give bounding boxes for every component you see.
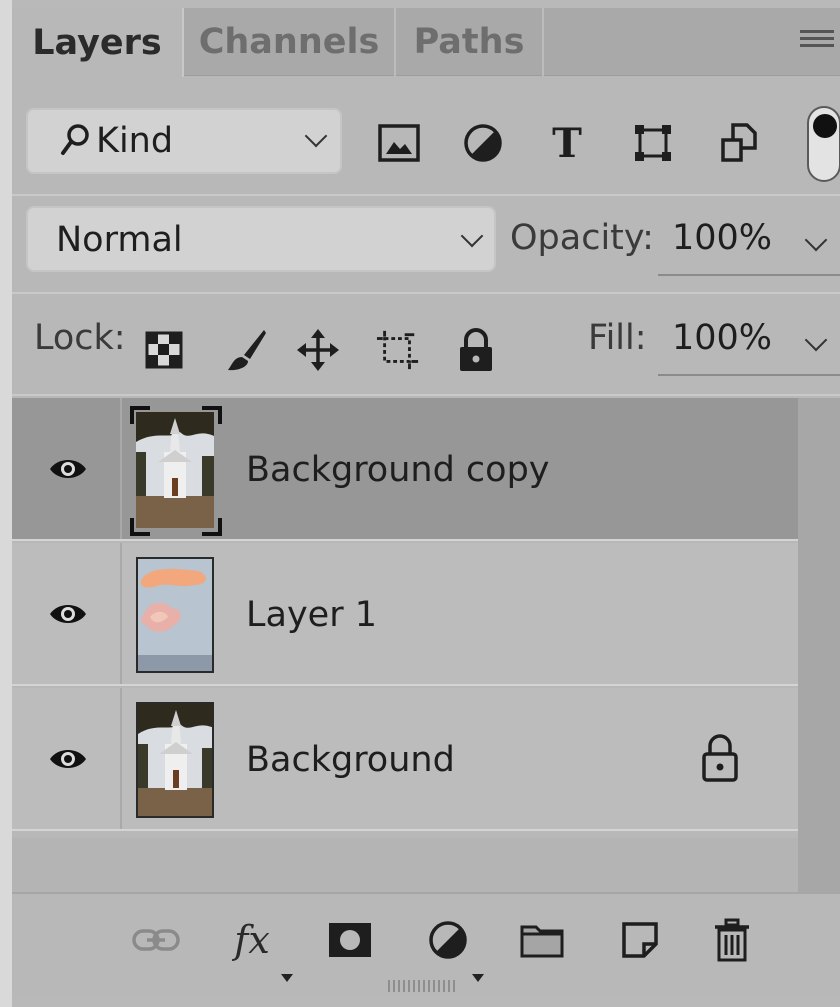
new-layer-icon[interactable] bbox=[614, 914, 666, 966]
panel-tab-bar: Layers Channels Paths bbox=[12, 8, 840, 77]
lock-position-icon[interactable] bbox=[296, 326, 340, 374]
type-filter-glyph: T bbox=[552, 119, 582, 167]
layer-name[interactable]: Background bbox=[246, 740, 455, 780]
panel-resize-grip[interactable] bbox=[388, 980, 458, 992]
layer-thumbnail bbox=[136, 557, 214, 673]
shape-filter-icon[interactable] bbox=[630, 120, 676, 166]
eye-icon[interactable] bbox=[48, 601, 88, 627]
row-divider bbox=[12, 394, 840, 396]
fill-label: Fill: bbox=[588, 318, 647, 358]
layers-panel: Layers Channels Paths Kind T Normal Opac… bbox=[12, 8, 840, 998]
adjustment-layer-icon[interactable] bbox=[422, 914, 474, 966]
opacity-underline bbox=[658, 274, 840, 276]
selection-corner-brackets bbox=[130, 406, 222, 536]
opacity-chevron-down-icon[interactable] bbox=[804, 228, 828, 252]
filter-kind-label: Kind bbox=[96, 121, 174, 161]
tab-channels[interactable]: Channels bbox=[184, 8, 396, 76]
lock-transparent-pixels-icon[interactable] bbox=[142, 326, 186, 374]
fill-chevron-down-icon[interactable] bbox=[804, 328, 828, 352]
visibility-cell[interactable] bbox=[12, 688, 122, 829]
fx-menu-arrow-icon bbox=[281, 974, 293, 982]
chevron-down-icon bbox=[304, 124, 328, 148]
layers-empty-area bbox=[12, 838, 798, 892]
adjustment-filter-icon[interactable] bbox=[460, 120, 506, 166]
blend-mode-dropdown[interactable]: Normal bbox=[26, 206, 496, 272]
layer-lock-icon[interactable] bbox=[700, 732, 740, 784]
smart-object-filter-icon[interactable] bbox=[716, 120, 762, 166]
tab-layers[interactable]: Layers bbox=[12, 8, 184, 77]
tab-layers-label: Layers bbox=[32, 22, 162, 63]
row-divider bbox=[12, 194, 840, 196]
hamburger-menu-icon[interactable] bbox=[800, 30, 834, 56]
row-divider bbox=[12, 292, 840, 294]
toggle-knob bbox=[813, 114, 837, 138]
fx-label: fx bbox=[234, 918, 270, 962]
tab-paths-label: Paths bbox=[413, 22, 525, 62]
lock-label: Lock: bbox=[34, 318, 126, 358]
type-filter-icon[interactable]: T bbox=[544, 119, 590, 167]
layer-mask-icon[interactable] bbox=[324, 914, 376, 966]
visibility-cell[interactable] bbox=[12, 398, 122, 539]
bottom-toolbar: fx bbox=[12, 892, 840, 988]
group-folder-icon[interactable] bbox=[516, 914, 568, 966]
tab-channels-label: Channels bbox=[198, 22, 380, 62]
lock-image-pixels-icon[interactable] bbox=[224, 326, 268, 374]
visibility-cell[interactable] bbox=[12, 543, 122, 684]
layers-scrollbar[interactable] bbox=[798, 398, 840, 892]
trash-icon[interactable] bbox=[706, 914, 758, 966]
image-filter-icon[interactable] bbox=[376, 120, 422, 166]
blend-mode-value: Normal bbox=[56, 220, 183, 260]
fill-underline bbox=[658, 374, 840, 376]
adjustment-menu-arrow-icon bbox=[472, 974, 484, 982]
layer-thumbnail bbox=[136, 702, 214, 818]
layer-style-icon[interactable]: fx bbox=[226, 914, 278, 966]
layer-row-background[interactable]: Background bbox=[12, 688, 798, 831]
lock-all-icon[interactable] bbox=[454, 326, 498, 374]
layer-name[interactable]: Layer 1 bbox=[246, 595, 377, 635]
filter-kind-dropdown[interactable]: Kind bbox=[26, 108, 342, 174]
opacity-field[interactable]: 100% bbox=[672, 218, 772, 258]
eye-icon[interactable] bbox=[48, 746, 88, 772]
eye-icon[interactable] bbox=[48, 456, 88, 482]
filter-toggle-switch[interactable] bbox=[807, 106, 840, 182]
search-icon bbox=[60, 123, 90, 159]
tab-paths[interactable]: Paths bbox=[396, 8, 544, 76]
layer-row-background-copy[interactable]: Background copy bbox=[12, 398, 798, 541]
fill-field[interactable]: 100% bbox=[672, 318, 772, 358]
chevron-down-icon bbox=[460, 224, 484, 248]
opacity-label: Opacity: bbox=[510, 218, 654, 258]
left-edge-strip bbox=[0, 0, 12, 1007]
layers-list: Background copy Layer 1 Background bbox=[12, 398, 798, 838]
layer-name[interactable]: Background copy bbox=[246, 450, 550, 490]
lock-artboard-icon[interactable] bbox=[376, 326, 420, 374]
layer-row-layer-1[interactable]: Layer 1 bbox=[12, 543, 798, 686]
link-layers-icon[interactable] bbox=[130, 914, 182, 966]
